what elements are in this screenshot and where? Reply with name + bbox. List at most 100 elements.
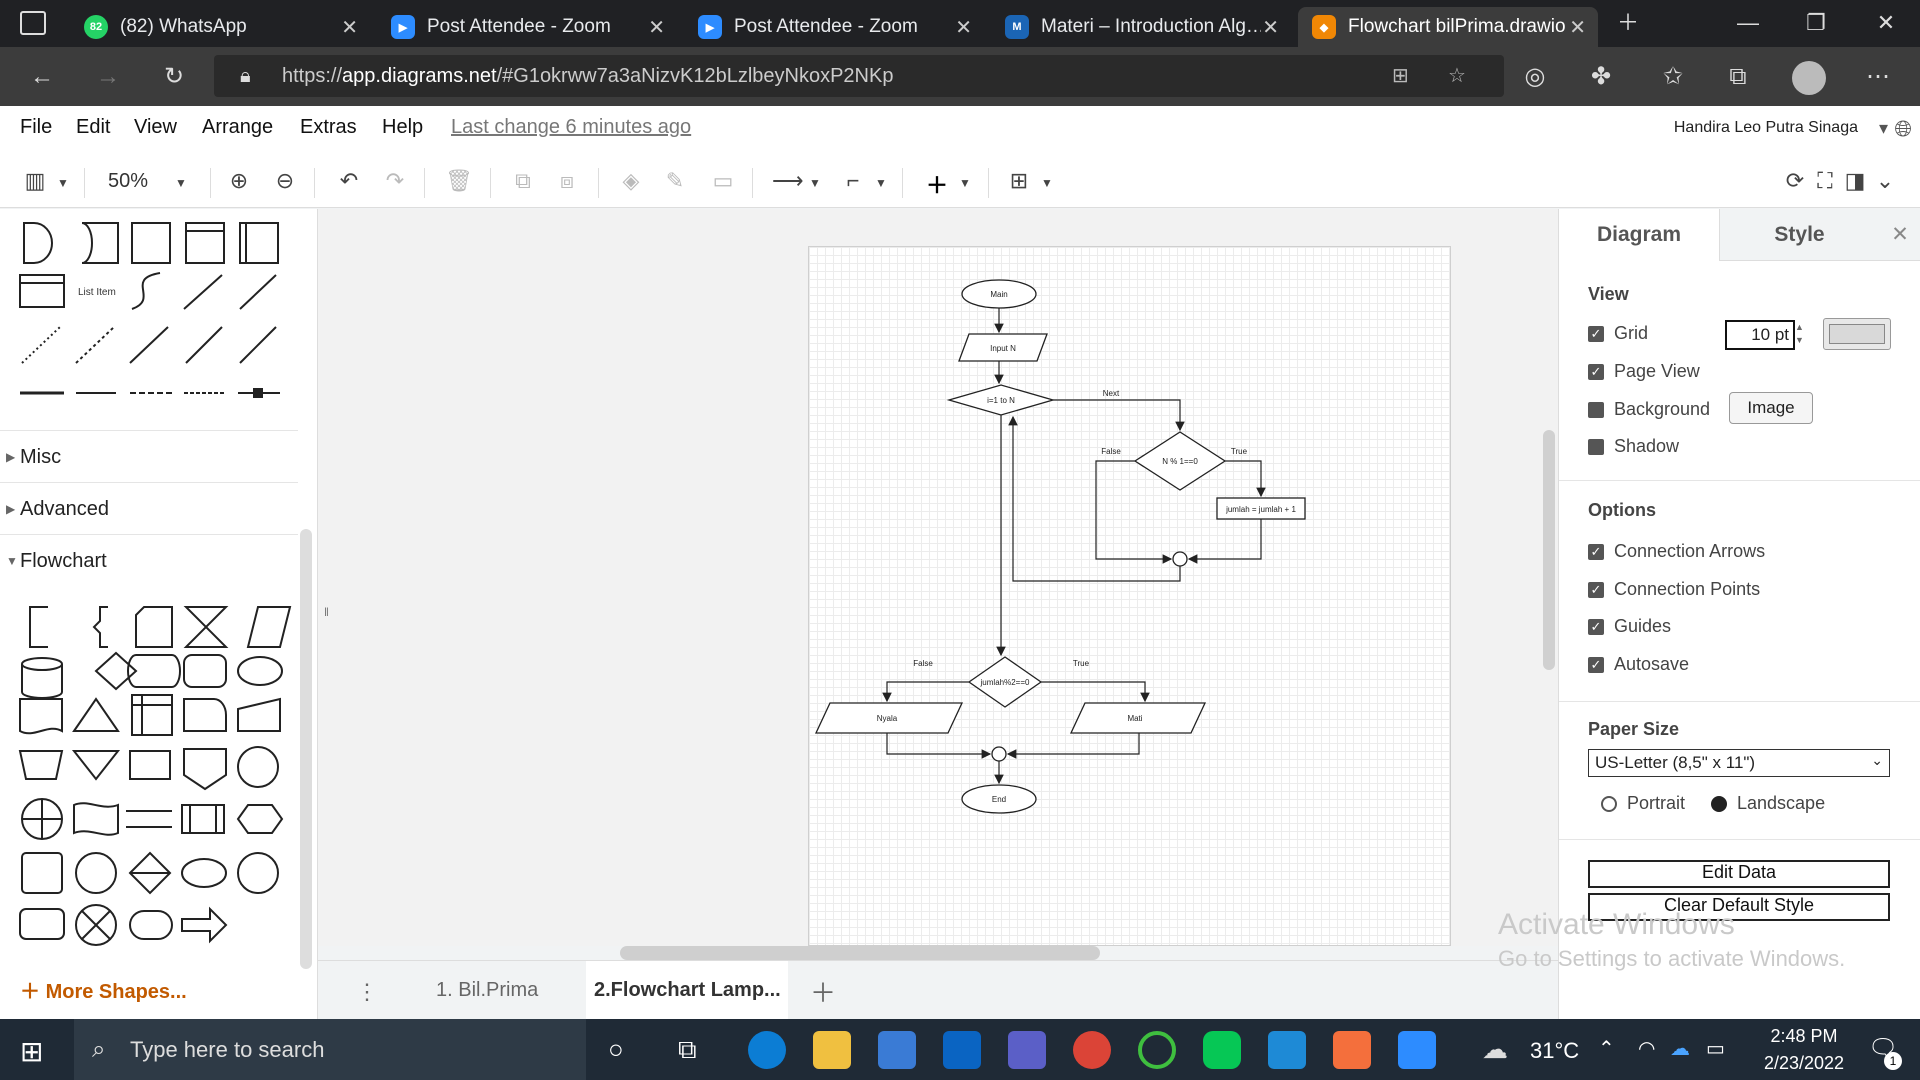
collapse-icon[interactable]: ⌄: [1870, 168, 1900, 194]
guides-checkbox[interactable]: ✓ Guides: [1588, 616, 1671, 637]
vscode-icon[interactable]: [1268, 1031, 1306, 1069]
tab-zoom-1[interactable]: ▶ Post Attendee - Zoom ✕: [377, 7, 677, 47]
edge-true2[interactable]: [1041, 681, 1150, 703]
edge[interactable]: [1187, 519, 1262, 564]
format-panel-icon[interactable]: ▥: [20, 168, 50, 194]
grid-checkbox[interactable]: ✓ Grid: [1588, 323, 1648, 344]
close-icon[interactable]: ✕: [648, 15, 665, 40]
section-misc[interactable]: ▶ Misc: [0, 430, 298, 482]
shape-extract[interactable]: [72, 697, 120, 732]
menu-view[interactable]: View: [134, 116, 177, 139]
add-page-button[interactable]: ＋: [810, 973, 836, 1010]
outlook-icon[interactable]: [943, 1031, 981, 1069]
shape-library[interactable]: List Item: [0, 209, 298, 1019]
taskbar-search-box[interactable]: ⌕ Type here to search: [74, 1019, 586, 1080]
address-bar[interactable]: 🔒︎ https://app.diagrams.net/#G1okrww7a3a…: [214, 55, 1504, 97]
connection-arrows-checkbox[interactable]: ✓ Connection Arrows: [1588, 541, 1765, 562]
minimize-button[interactable]: —: [1728, 6, 1768, 40]
page-tab-2[interactable]: 2.Flowchart Lamp...: [586, 961, 788, 1020]
sync-icon[interactable]: ⟳: [1780, 168, 1810, 194]
chrome-icon[interactable]: [1073, 1031, 1111, 1069]
shape-annotation[interactable]: [29, 606, 48, 648]
shape-stored-data[interactable]: [81, 222, 119, 264]
shape-card[interactable]: [135, 606, 173, 648]
section-flowchart[interactable]: ▼ Flowchart: [0, 534, 298, 586]
menu-file[interactable]: File: [20, 116, 52, 139]
window-close-button[interactable]: ✕: [1866, 6, 1906, 40]
chevron-down-icon[interactable]: ▼: [1032, 176, 1062, 190]
shape-predefined-process[interactable]: [181, 804, 225, 834]
redo-icon[interactable]: ↷: [380, 168, 410, 194]
menu-edit[interactable]: Edit: [76, 116, 110, 139]
page-tab-1[interactable]: 1. Bil.Prima: [436, 979, 538, 1002]
node-merge1[interactable]: [1172, 551, 1188, 567]
tab-actions-icon[interactable]: [20, 11, 46, 35]
chevron-up-icon[interactable]: ⌃: [1598, 1036, 1615, 1061]
shape-line[interactable]: [129, 326, 169, 364]
shape-delay[interactable]: [23, 222, 53, 264]
tab-diagram[interactable]: Diagram: [1559, 209, 1719, 261]
shape-double-arrow[interactable]: [185, 326, 223, 364]
shape-multi-document[interactable]: [129, 750, 171, 780]
shape-directional-arrow[interactable]: [239, 326, 277, 364]
chevron-down-icon[interactable]: ▼: [950, 176, 980, 190]
flowchart[interactable]: Main Input N i=1 to N Next N % 1==0 Fals…: [809, 247, 1452, 947]
tab-whatsapp[interactable]: 82 (82) WhatsApp ✕: [70, 7, 370, 47]
shape-terminator[interactable]: [237, 656, 283, 686]
shape-circle[interactable]: [237, 852, 279, 894]
tab-materi[interactable]: M Materi – Introduction Alg… ✕: [991, 7, 1291, 47]
shape-arrow[interactable]: [239, 274, 277, 310]
image-button[interactable]: Image: [1729, 392, 1813, 424]
task-view-icon[interactable]: ⧉: [678, 1034, 697, 1066]
close-icon[interactable]: ✕: [1569, 15, 1586, 40]
shape-process[interactable]: [21, 852, 63, 894]
edge-next[interactable]: [1053, 399, 1185, 432]
extensions-icon[interactable]: ✤: [1583, 60, 1619, 94]
shape-start[interactable]: [75, 852, 117, 894]
edit-data-button[interactable]: Edit Data: [1588, 860, 1890, 888]
store-icon[interactable]: [878, 1031, 916, 1069]
favorites-icon[interactable]: ✩: [1655, 60, 1691, 94]
splitter-handle[interactable]: ‖: [324, 605, 329, 619]
shape-paper-tape[interactable]: [73, 802, 119, 836]
background-checkbox[interactable]: Background: [1588, 399, 1710, 420]
shape-direct-data[interactable]: [183, 654, 227, 688]
shape-stored[interactable]: [19, 908, 65, 940]
table-icon[interactable]: ⊞: [1004, 168, 1034, 194]
shape-on-page[interactable]: [237, 746, 279, 788]
edge[interactable]: [1006, 733, 1140, 759]
shape-dotted-line[interactable]: [21, 326, 61, 364]
more-shapes-button[interactable]: ＋ More Shapes...: [20, 975, 187, 1004]
shape-curve[interactable]: [131, 272, 161, 310]
shape-off-page[interactable]: [183, 748, 227, 791]
node-merge2[interactable]: [991, 746, 1007, 762]
teams-icon[interactable]: [1008, 1031, 1046, 1069]
app-ring-icon[interactable]: [1138, 1031, 1176, 1069]
network-icon[interactable]: ◠: [1638, 1036, 1655, 1061]
shadow-icon[interactable]: ▭: [708, 168, 738, 194]
chevron-down-icon[interactable]: ▼: [166, 176, 196, 190]
weather-icon[interactable]: ☁: [1482, 1034, 1508, 1065]
line-color-icon[interactable]: ✎: [660, 168, 690, 194]
shape-delay-2[interactable]: [183, 698, 227, 732]
edge-true1[interactable]: [1225, 460, 1266, 498]
clock[interactable]: 2:48 PM 2/23/2022: [1756, 1026, 1852, 1074]
shape-merge[interactable]: [71, 750, 121, 781]
grid-color-swatch[interactable]: [1823, 318, 1891, 350]
waypoints-icon[interactable]: ⌐: [838, 168, 868, 194]
language-globe-icon[interactable]: 🌐︎: [1894, 116, 1912, 142]
close-icon[interactable]: ✕: [955, 15, 972, 40]
windows-start-icon[interactable]: ⊞: [20, 1035, 43, 1068]
profile-avatar[interactable]: [1792, 61, 1826, 95]
shape-dashed-line[interactable]: [75, 326, 115, 364]
grid-size-stepper[interactable]: ▲ ▼: [1795, 321, 1804, 347]
to-front-icon[interactable]: ⧉: [508, 168, 538, 194]
landscape-radio[interactable]: Landscape: [1711, 793, 1825, 814]
menu-extras[interactable]: Extras: [300, 116, 357, 139]
tab-zoom-2[interactable]: ▶ Post Attendee - Zoom ✕: [684, 7, 984, 47]
restore-button[interactable]: ❐: [1796, 6, 1836, 40]
shape-list-item[interactable]: List Item: [78, 287, 116, 298]
canvas-vertical-scrollbar[interactable]: [1543, 430, 1555, 670]
close-icon[interactable]: ✕: [341, 15, 358, 40]
shape-document[interactable]: [19, 698, 63, 735]
